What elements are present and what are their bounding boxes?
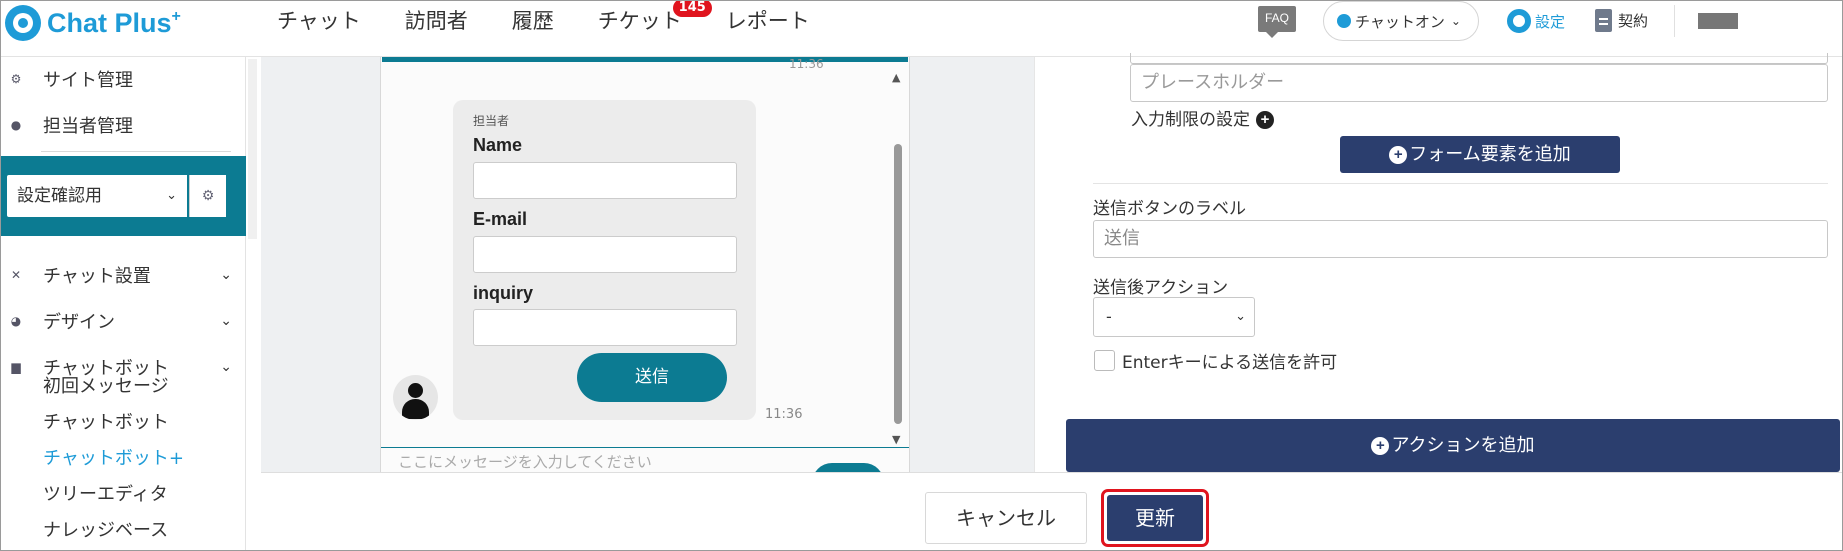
sidebar-subitem-chatbot[interactable]: チャットボット xyxy=(43,408,169,434)
contract-label: 契約 xyxy=(1618,12,1649,30)
main-nav: チャット 訪問者 履歴 チケット 145 レポート xyxy=(277,1,854,41)
scroll-thumb[interactable] xyxy=(894,144,902,424)
sidebar-item-chat-settings[interactable]: ✕ チャット設置 ⌄ xyxy=(1,255,246,295)
chevron-down-icon: ⌄ xyxy=(166,188,177,203)
post-send-action-title: 送信後アクション xyxy=(1093,278,1229,298)
inquiry-input[interactable] xyxy=(473,309,737,346)
enter-key-send-checkbox[interactable] xyxy=(1094,350,1115,371)
chevron-down-icon: ⌄ xyxy=(1450,14,1461,28)
ticket-count-badge: 145 xyxy=(672,1,712,17)
sidebar-item-design[interactable]: ◕ デザイン ⌄ xyxy=(1,301,246,341)
nav-chat[interactable]: チャット xyxy=(277,1,361,41)
nav-history[interactable]: 履歴 xyxy=(512,1,554,41)
plus-circle-icon[interactable]: + xyxy=(1256,111,1274,129)
logo[interactable]: Chat Plus+ xyxy=(5,3,181,43)
user-gear-icon: ● xyxy=(10,118,22,132)
send-button-label-input[interactable]: 送信 xyxy=(1093,220,1828,258)
chat-status-toggle[interactable]: チャットオン ⌄ xyxy=(1323,1,1479,41)
field-label-inquiry: inquiry xyxy=(473,283,534,303)
input-limit-setting: 入力制限の設定 + xyxy=(1131,105,1274,130)
field-label-email: E-mail xyxy=(473,209,528,229)
palette-icon: ◕ xyxy=(10,314,22,328)
placeholder-input[interactable]: プレースホルダー xyxy=(1130,64,1828,102)
app-window: Chat Plus+ チャット 訪問者 履歴 チケット 145 レポート FAQ … xyxy=(0,0,1843,551)
chevron-down-icon: ⌄ xyxy=(220,359,232,375)
site-settings-gear-icon[interactable]: ⚙ xyxy=(189,175,226,217)
plus-circle-icon: + xyxy=(1371,437,1390,455)
agent-label: 担当者 xyxy=(473,114,510,128)
sidebar-item-label: サイト管理 xyxy=(43,70,133,91)
message-timestamp: 11:36 xyxy=(789,57,824,71)
logo-text: Chat Plus+ xyxy=(47,7,181,38)
gear-icon xyxy=(1507,9,1531,33)
chevron-down-icon: ⌄ xyxy=(1235,309,1246,324)
settings-label: 設定 xyxy=(1535,12,1566,31)
form-divider xyxy=(1093,183,1828,184)
sidebar-item-label: チャット設置 xyxy=(43,266,151,287)
enter-key-send-label: Enterキーによる送信を許可 xyxy=(1122,353,1338,373)
nav-visitors[interactable]: 訪問者 xyxy=(405,1,468,41)
sidebar-item-staff-admin[interactable]: ● 担当者管理 xyxy=(1,105,246,145)
preview-top-bar xyxy=(382,57,908,62)
field-label-name: Name xyxy=(473,135,523,155)
top-header: Chat Plus+ チャット 訪問者 履歴 チケット 145 レポート FAQ … xyxy=(1,1,1842,57)
chat-bubble-logo-icon xyxy=(5,5,41,41)
preview-send-button[interactable]: 送信 xyxy=(577,353,727,402)
chat-scrollbar[interactable]: ▲ ▼ xyxy=(892,71,904,446)
site-selector-area: 設定確認用 ⌄ ⚙ xyxy=(1,156,246,236)
settings-link[interactable]: 設定 xyxy=(1507,9,1565,33)
user-menu[interactable] xyxy=(1698,13,1738,29)
name-input[interactable] xyxy=(473,162,737,199)
avatar-head xyxy=(408,383,423,398)
email-input[interactable] xyxy=(473,236,737,273)
sidebar-item-site-admin[interactable]: ⚙ サイト管理 xyxy=(1,59,246,99)
online-dot-icon xyxy=(1337,14,1351,28)
agent-avatar-icon xyxy=(393,375,438,420)
sidebar-divider xyxy=(41,151,231,152)
message-input-border xyxy=(381,447,909,448)
nav-tickets[interactable]: チケット 145 xyxy=(598,1,712,41)
sidebar-item-label: デザイン xyxy=(43,312,115,333)
chevron-down-icon: ⌄ xyxy=(220,267,232,283)
sidebar-subitem-first-message[interactable]: 初回メッセージ xyxy=(43,372,169,398)
site-select[interactable]: 設定確認用 ⌄ xyxy=(7,175,187,217)
faq-button[interactable]: FAQ xyxy=(1258,6,1296,38)
nav-reports[interactable]: レポート xyxy=(726,1,810,41)
scroll-up-arrow-icon[interactable]: ▲ xyxy=(892,71,900,84)
add-action-button[interactable]: + アクションを追加 xyxy=(1066,419,1840,472)
scroll-down-arrow-icon[interactable]: ▼ xyxy=(892,433,900,446)
chat-status-label: チャットオン xyxy=(1355,12,1445,31)
sidebar-subitem-chatbot-plus[interactable]: チャットボット+ xyxy=(43,444,184,470)
send-button-label-title: 送信ボタンのラベル xyxy=(1093,199,1246,219)
sidebar: ⚙ サイト管理 ● 担当者管理 設定確認用 ⌄ ⚙ ✕ チャット設置 ⌄ ◕ デ… xyxy=(1,57,246,550)
update-button[interactable]: 更新 xyxy=(1107,495,1203,541)
sidebar-subitem-tree-editor[interactable]: ツリーエディタ xyxy=(43,480,168,506)
post-send-action-select[interactable]: - ⌄ xyxy=(1093,297,1255,337)
contract-link[interactable]: 契約 xyxy=(1595,9,1648,32)
tools-icon: ✕ xyxy=(10,268,22,282)
bubble-timestamp: 11:36 xyxy=(765,407,803,422)
add-action-label: アクションを追加 xyxy=(1391,435,1535,456)
form-panel-edge xyxy=(1034,57,1035,472)
form-message-bubble: 担当者 Name E-mail inquiry 送信 xyxy=(453,100,756,420)
sidebar-item-label: 担当者管理 xyxy=(43,116,133,137)
header-divider xyxy=(1674,5,1675,37)
previous-input-field[interactable] xyxy=(1130,53,1828,64)
document-icon xyxy=(1595,9,1612,32)
add-form-element-label: フォーム要素を追加 xyxy=(1409,144,1571,165)
cancel-button[interactable]: キャンセル xyxy=(925,492,1087,544)
plus-circle-icon: + xyxy=(1389,146,1408,164)
add-form-element-button[interactable]: + フォーム要素を追加 xyxy=(1340,136,1620,173)
gear-icon: ⚙ xyxy=(10,72,22,86)
message-input[interactable]: ここにメッセージを入力してください xyxy=(398,451,652,472)
sidebar-subitem-knowledge-base[interactable]: ナレッジベース xyxy=(43,516,168,542)
input-limit-label: 入力制限の設定 xyxy=(1131,110,1250,130)
chevron-down-icon: ⌄ xyxy=(220,313,232,329)
sidebar-scrollbar[interactable] xyxy=(248,59,257,239)
avatar-body xyxy=(402,399,429,419)
chat-bubbles-icon: ▆ xyxy=(11,360,21,374)
